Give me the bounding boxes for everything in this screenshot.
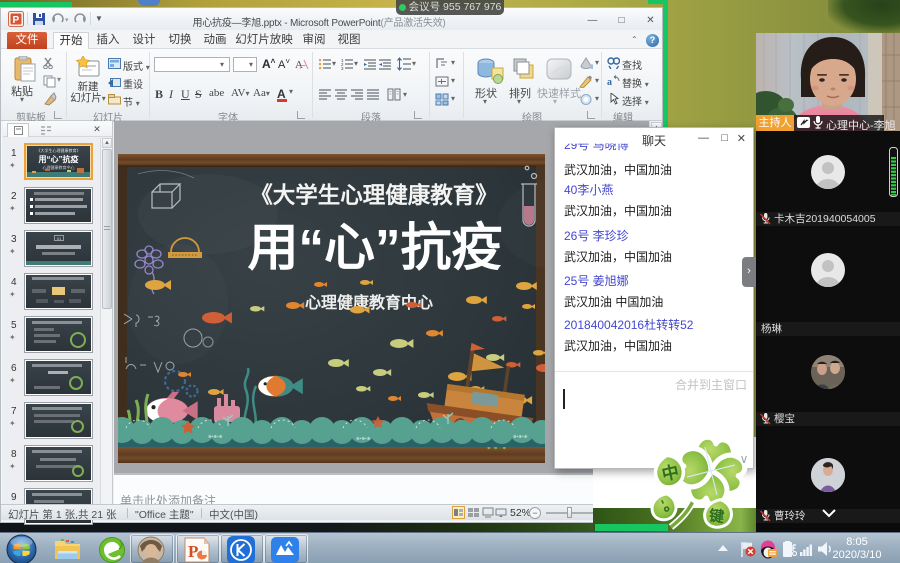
- svg-text:键: 键: [707, 506, 725, 526]
- svg-text:用“心”抗疫: 用“心”抗疫: [247, 219, 502, 276]
- svg-text:P: P: [13, 15, 20, 26]
- svg-text:《大学生心理健康教育》: 《大学生心理健康教育》: [250, 182, 498, 208]
- svg-text:a: a: [607, 77, 612, 87]
- svg-text:3: 3: [341, 66, 344, 70]
- svg-text:❀•❀•❀: ❀•❀•❀: [356, 436, 371, 441]
- svg-text:P: P: [188, 542, 198, 561]
- svg-text:❀•❀•❀: ❀•❀•❀: [513, 434, 528, 439]
- svg-text:❀•❀•❀: ❀•❀•❀: [208, 434, 223, 439]
